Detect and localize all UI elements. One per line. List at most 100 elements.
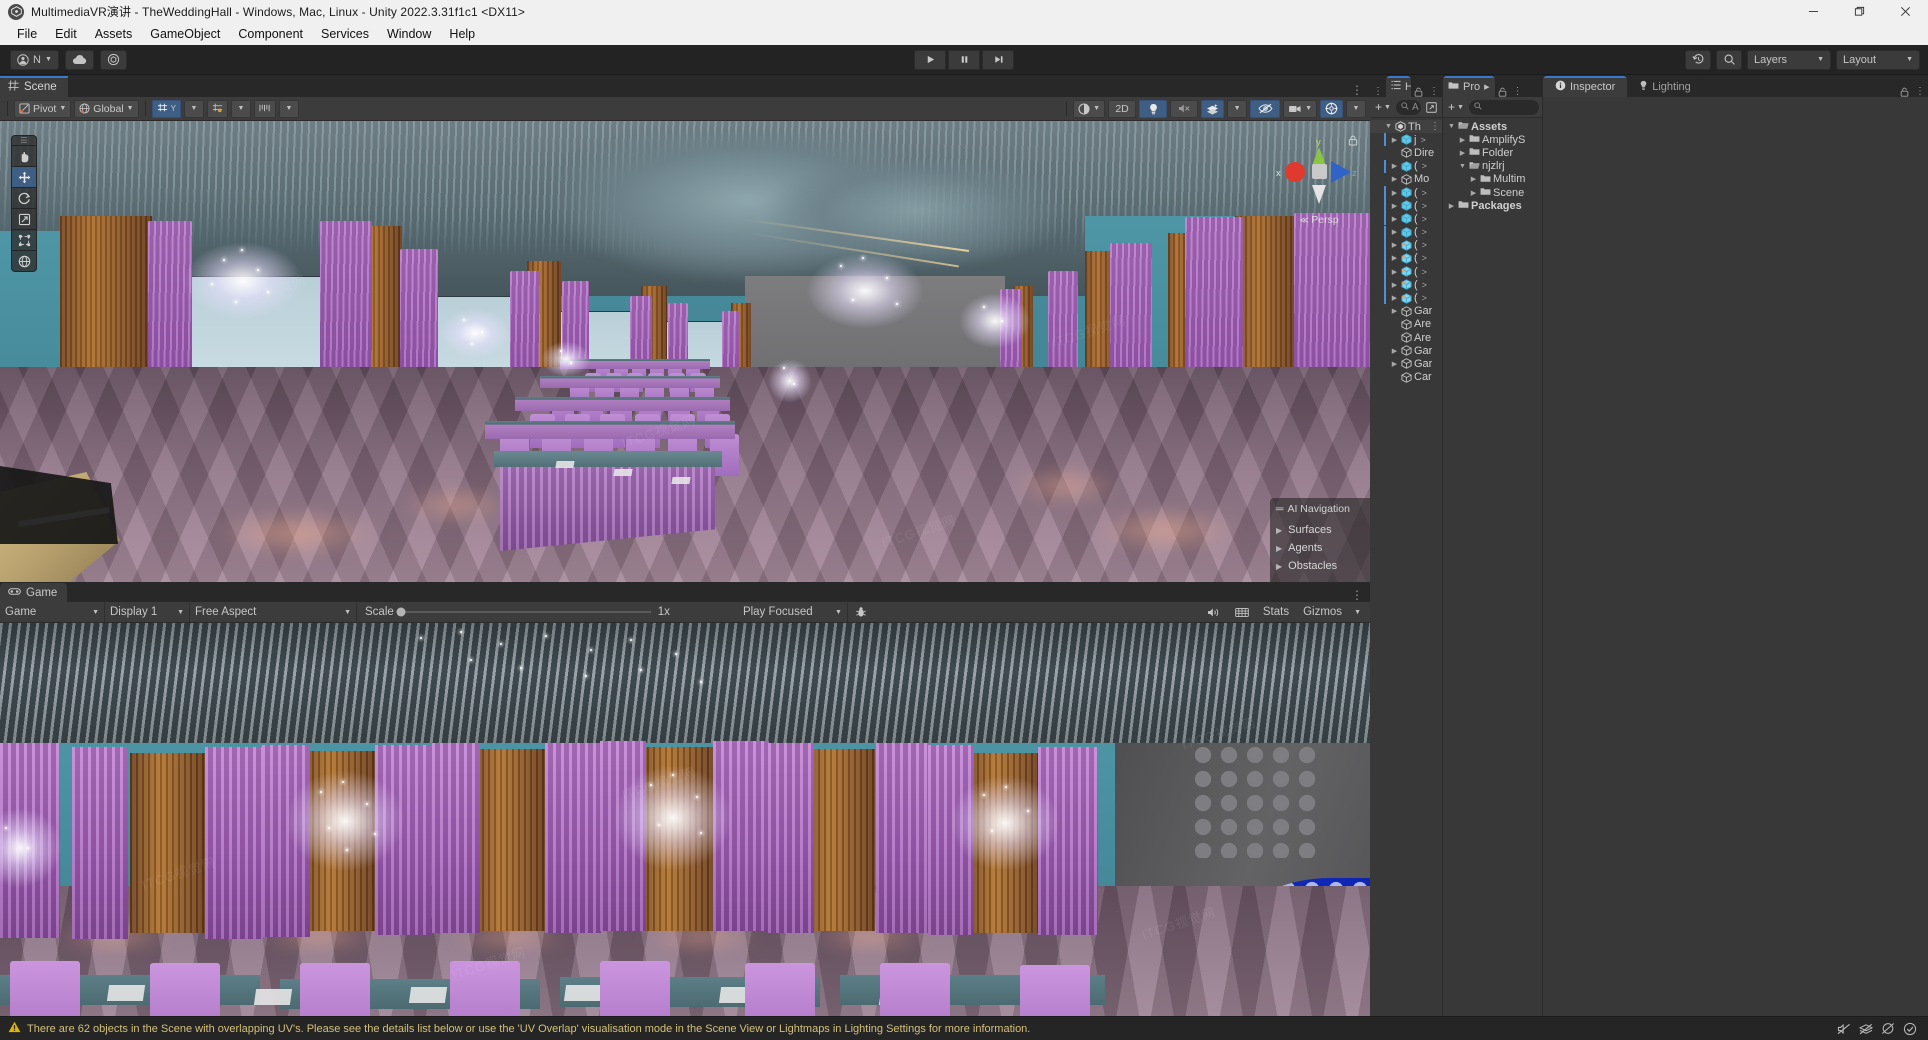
grid-snap-button[interactable] [206, 99, 228, 118]
chevron-right-icon[interactable]: > [1422, 267, 1427, 277]
audio-icon[interactable] [1200, 603, 1228, 622]
scene-viewport[interactable]: ITCG视觉网 ITCG视觉网 ITCG视觉网 ITCG视觉网 ☰ [0, 121, 1370, 582]
chevron-right-icon[interactable]: > [1422, 280, 1427, 290]
chevron-right-icon[interactable]: ▶ [1390, 162, 1399, 170]
frame-debug-icon[interactable] [1228, 603, 1256, 622]
chevron-right-icon[interactable]: > [1422, 227, 1427, 237]
ai-navigation-header[interactable]: ═ AI Navigation [1276, 503, 1370, 515]
add-asset-button[interactable]: + ▼ [1446, 100, 1466, 114]
gizmos-dropdown[interactable]: ▼ [1346, 99, 1366, 118]
scene-vis-icon[interactable] [1424, 101, 1439, 113]
inspector-body[interactable] [1543, 97, 1928, 1016]
ai-nav-surfaces[interactable]: ▶ Surfaces [1276, 521, 1370, 539]
chevron-right-icon[interactable]: ▶ [1458, 149, 1467, 157]
undo-history-icon[interactable] [1685, 49, 1711, 70]
chevron-right-icon[interactable]: ▶ [1484, 83, 1489, 91]
kebab-icon[interactable]: ⋮ [1430, 121, 1442, 132]
step-icon[interactable] [982, 49, 1014, 70]
gizmo-persp-label[interactable]: ≪ Persp [1299, 214, 1338, 226]
chevron-right-icon[interactable]: ▶ [1469, 189, 1478, 197]
camera-icon[interactable]: ▼ [1283, 99, 1317, 118]
tab-game[interactable]: Game [0, 583, 68, 602]
account-button[interactable]: N ▼ [10, 49, 59, 70]
pivot-dropdown[interactable]: Pivot ▼ [14, 99, 72, 118]
effects-icon[interactable] [1201, 99, 1225, 118]
rect-tool[interactable] [12, 229, 36, 250]
hierarchy-item-9[interactable]: ▶ (> [1370, 251, 1442, 265]
gizmos-dropdown[interactable]: ▼ [1349, 603, 1366, 622]
lightbulb-icon[interactable] [1139, 99, 1168, 118]
chevron-right-icon[interactable]: > [1422, 201, 1427, 211]
project-item-2[interactable]: ▶ Folder [1443, 146, 1542, 159]
chevron-right-icon[interactable]: > [1422, 188, 1427, 198]
project-item-0[interactable]: ▼ Assets [1443, 120, 1542, 133]
chevron-right-icon[interactable]: ▶ [1469, 175, 1478, 183]
hierarchy-item-11[interactable]: ▶ (> [1370, 278, 1442, 292]
kebab-icon[interactable]: ⋮ [1344, 588, 1370, 602]
gizmos-icon[interactable] [1320, 99, 1343, 118]
lock-icon[interactable] [1348, 135, 1358, 149]
chevron-right-icon[interactable]: ▶ [1447, 202, 1456, 210]
hierarchy-root-row[interactable]: ▼ Th ⋮ [1370, 120, 1442, 134]
project-search-input[interactable] [1468, 99, 1539, 115]
chevron-right-icon[interactable]: ▶ [1390, 268, 1399, 276]
gear-icon[interactable] [99, 49, 127, 70]
visibility-off-icon[interactable] [1250, 99, 1281, 118]
hierarchy-item-3[interactable]: ▶ Mo [1370, 173, 1442, 186]
play-icon[interactable] [914, 49, 946, 70]
layers-dropdown[interactable]: Layers ▼ [1747, 49, 1831, 70]
hierarchy-item-2[interactable]: ▶ (> [1370, 159, 1442, 173]
chevron-right-icon[interactable]: ▶ [1390, 294, 1399, 302]
menu-component[interactable]: Component [229, 24, 312, 44]
refresh-off-icon[interactable] [1878, 1020, 1898, 1038]
chevron-right-icon[interactable]: ▶ [1390, 347, 1399, 355]
hierarchy-item-18[interactable]: Car [1370, 371, 1442, 384]
tab-hierarchy[interactable]: Hie ▶ [1386, 76, 1411, 97]
hierarchy-item-13[interactable]: ▶ Gar [1370, 305, 1442, 318]
chevron-right-icon[interactable]: ▶ [1390, 228, 1399, 236]
hierarchy-search-input[interactable]: A [1395, 99, 1421, 115]
tab-lighting[interactable]: Lighting [1627, 76, 1703, 97]
chevron-right-icon[interactable]: ▶ [1390, 307, 1399, 315]
chevron-right-icon[interactable]: > [1422, 214, 1427, 224]
add-gameobject-button[interactable]: + ▼ [1373, 100, 1393, 114]
menu-edit[interactable]: Edit [46, 24, 86, 44]
chevron-right-icon[interactable]: ▶ [1390, 175, 1399, 183]
twod-toggle[interactable]: 2D [1108, 99, 1137, 118]
global-dropdown[interactable]: Global ▼ [74, 99, 139, 118]
lock-icon[interactable] [1897, 87, 1912, 97]
display-dropdown[interactable]: Display 1 ▼ [105, 602, 190, 622]
hierarchy-item-1[interactable]: Dire [1370, 146, 1442, 159]
layers-off-icon[interactable] [1856, 1020, 1876, 1038]
project-item-6[interactable]: ▶ Packages [1443, 199, 1542, 212]
layout-dropdown[interactable]: Layout ▼ [1836, 49, 1920, 70]
project-item-5[interactable]: ▶ Scene [1443, 186, 1542, 199]
game-viewport[interactable]: ITCG视觉网 ITCG视觉网 ITCG视觉网 ITCG视觉网 ITCG视觉网 [0, 623, 1370, 1016]
bug-icon[interactable] [848, 603, 874, 622]
ai-nav-obstacles[interactable]: ▶ Obstacles [1276, 557, 1370, 575]
lock-icon[interactable] [1495, 87, 1510, 97]
hierarchy-item-10[interactable]: ▶ (> [1370, 265, 1442, 279]
chevron-right-icon[interactable]: ▶ [1390, 189, 1399, 197]
close-icon[interactable] [1882, 0, 1928, 23]
hierarchy-item-5[interactable]: ▶ (> [1370, 199, 1442, 213]
drag-handle-icon[interactable]: ═ [1276, 503, 1284, 515]
chevron-down-icon[interactable]: ▼ [1447, 123, 1456, 130]
chevron-right-icon[interactable]: > [1422, 253, 1427, 263]
chevron-right-icon[interactable]: > [1422, 161, 1427, 171]
effects-dropdown[interactable]: ▼ [1227, 99, 1248, 118]
hierarchy-item-4[interactable]: ▶ (> [1370, 185, 1442, 199]
ai-nav-agents[interactable]: ▶ Agents [1276, 539, 1370, 557]
snap-increment-button[interactable] [253, 99, 276, 118]
chevron-right-icon[interactable]: > [1422, 293, 1427, 303]
hand-tool[interactable] [12, 145, 36, 166]
play-mode-dropdown[interactable]: Play Focused ▼ [737, 602, 848, 622]
chevron-right-icon[interactable]: ▶ [1390, 202, 1399, 210]
hierarchy-item-16[interactable]: ▶ Gar [1370, 344, 1442, 357]
kebab-icon[interactable]: ⋮ [1344, 83, 1370, 97]
hierarchy-item-8[interactable]: ▶ (> [1370, 238, 1442, 252]
search-icon[interactable] [1716, 49, 1742, 70]
scale-slider-group[interactable]: Scale 1x [357, 606, 678, 618]
scale-tool[interactable] [12, 208, 36, 229]
project-item-4[interactable]: ▶ Multim [1443, 173, 1542, 186]
